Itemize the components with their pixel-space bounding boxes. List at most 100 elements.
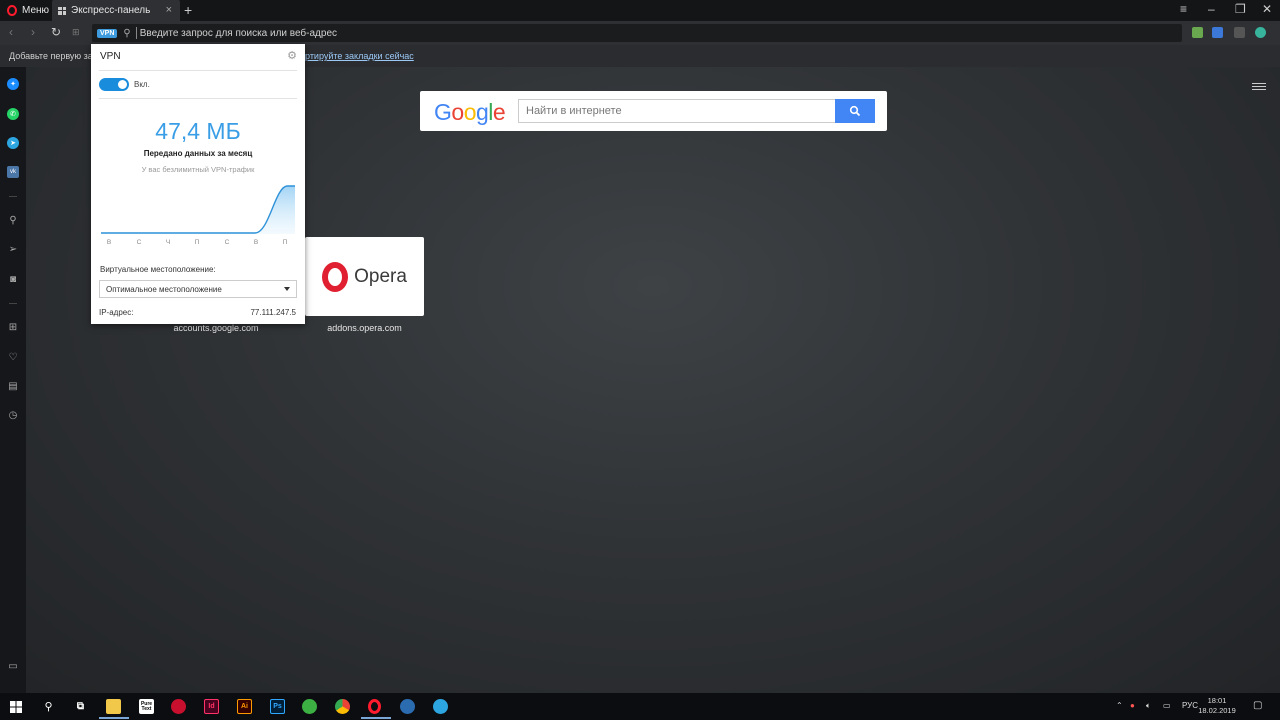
vpn-extension-icon[interactable] — [1255, 27, 1266, 38]
magnifier-icon — [849, 105, 861, 117]
address-toolbar: ‹ › ↻ ⊞ VPN ⚲ Введите запрос для поиска … — [0, 21, 1280, 45]
location-value: Оптимальное местоположение — [106, 284, 222, 294]
windows-start-icon[interactable] — [10, 701, 22, 713]
puretext-icon[interactable]: Pure Text — [139, 699, 154, 714]
telegram-icon[interactable] — [433, 699, 448, 714]
speed-dial-grid-icon[interactable]: ⊞ — [7, 321, 19, 333]
tile-label-google-accounts[interactable]: accounts.google.com — [156, 323, 276, 333]
tab-menu-icon[interactable]: ≡ — [1180, 2, 1187, 16]
indesign-icon[interactable]: Id — [204, 699, 219, 714]
photoshop-icon[interactable]: Ps — [270, 699, 285, 714]
snapshot-camera-icon[interactable]: ◙ — [7, 273, 19, 285]
bookmarks-heart-icon[interactable]: ♡ — [7, 351, 19, 363]
chart-day-label: В — [106, 239, 112, 246]
opera-menu-button[interactable]: Меню — [0, 0, 50, 21]
tab-title: Экспресс-панель — [71, 5, 151, 16]
data-used-caption: Передано данных за месяц — [143, 149, 253, 158]
google-search-input[interactable]: Найти в интернете — [518, 99, 836, 123]
google-logo: Google — [434, 99, 506, 125]
traffic-chart — [101, 185, 295, 234]
tile-logo-text: Opera — [354, 265, 407, 287]
vpn-toggle[interactable] — [99, 78, 129, 91]
clock[interactable]: 18:01 18.02.2019 — [1198, 696, 1236, 716]
speed-dial-icon — [58, 6, 66, 15]
opera-icon[interactable] — [368, 699, 381, 714]
tray-app-icon[interactable]: ● — [1130, 701, 1135, 710]
translate-extension-icon[interactable] — [1212, 27, 1223, 38]
illustrator-icon[interactable]: Ai — [237, 699, 252, 714]
download-extension-icon[interactable] — [1192, 27, 1203, 38]
google-search-button[interactable] — [835, 99, 875, 123]
ip-address-label: IP-адрес: — [99, 308, 134, 317]
volume-icon[interactable]: 🔈︎ — [1146, 701, 1151, 711]
chart-day-label: П — [194, 239, 200, 246]
personal-news-icon[interactable]: ▤ — [7, 380, 19, 392]
divider — [99, 70, 297, 71]
toggle-knob — [118, 80, 127, 89]
traffic-area — [101, 186, 295, 234]
address-placeholder: Введите запрос для поиска или веб-адрес — [139, 27, 338, 39]
tile-label-opera[interactable]: addons.opera.com — [305, 323, 424, 333]
active-app-indicator — [361, 717, 391, 719]
extension-icon[interactable] — [1234, 27, 1245, 38]
chart-day-label: В — [253, 239, 259, 246]
chevron-down-icon — [284, 287, 290, 291]
restore-button[interactable]: ❐ — [1235, 2, 1246, 16]
notifications-icon[interactable]: ▢ — [1253, 700, 1262, 711]
location-select[interactable]: Оптимальное местоположение — [99, 280, 297, 298]
chart-day-label: С — [224, 239, 230, 246]
gear-icon[interactable]: ⚙ — [287, 49, 297, 62]
forward-button[interactable]: › — [31, 25, 35, 39]
vpn-popup-title: VPN — [100, 51, 121, 62]
address-field[interactable]: VPN ⚲ Введите запрос для поиска или веб-… — [92, 24, 1182, 42]
speed-dial-home-button[interactable]: ⊞ — [72, 27, 80, 38]
opera-logo-icon — [322, 261, 349, 292]
whatsapp-icon[interactable]: ✆ — [7, 108, 19, 120]
easy-setup-icon[interactable] — [1252, 81, 1266, 93]
menu-label: Меню — [22, 5, 50, 16]
task-view-icon[interactable]: ⧉ — [73, 699, 88, 714]
search-icon: ⚲ — [123, 27, 131, 39]
vpn-badge[interactable]: VPN — [97, 28, 118, 38]
active-app-indicator — [99, 717, 129, 719]
language-indicator[interactable]: РУС — [1182, 701, 1198, 710]
google-search-box: Google Найти в интернете — [420, 91, 887, 131]
new-tab-button[interactable]: + — [184, 2, 192, 18]
sidebar-divider — [9, 196, 17, 197]
reload-button[interactable]: ↻ — [51, 25, 61, 39]
minimize-button[interactable]: – — [1208, 2, 1215, 16]
sidebar: ✦ ✆ ➤ vk ⚲ ➢ ◙ ⊞ ♡ ▤ ◷ ▭ — [0, 67, 26, 693]
file-explorer-icon[interactable] — [106, 699, 121, 714]
tab-speed-dial[interactable]: Экспресс-панель × — [52, 0, 180, 21]
windows-taskbar: ⚲ ⧉ Pure Text Id Ai Ps ⌃ ● 🔈︎ ▭ РУС 18:0… — [0, 693, 1280, 720]
chart-day-label: С — [136, 239, 142, 246]
sidebar-toggle-icon[interactable]: ▭ — [7, 660, 19, 672]
speed-dial-tile-opera[interactable]: Opera — [305, 237, 424, 316]
messenger-icon[interactable]: ✦ — [7, 78, 19, 90]
taskbar-search-icon[interactable]: ⚲ — [41, 699, 56, 714]
history-clock-icon[interactable]: ◷ — [7, 409, 19, 421]
chrome-icon[interactable] — [335, 699, 350, 714]
vpn-toggle-label: Вкл. — [134, 80, 150, 89]
vk-icon[interactable]: vk — [7, 166, 19, 178]
app-icon[interactable] — [302, 699, 317, 714]
vpn-popup: VPN ⚙ Вкл. 47,4 МБ Передано данных за ме… — [91, 44, 305, 324]
telegram-icon[interactable]: ➤ — [7, 137, 19, 149]
unlimited-traffic-note: У вас безлимитный VPN-трафик — [141, 165, 255, 174]
search-tabs-icon[interactable]: ⚲ — [7, 214, 19, 226]
clock-time: 18:01 — [1207, 696, 1227, 705]
tab-close-icon[interactable]: × — [166, 4, 172, 16]
app-icon[interactable] — [171, 699, 186, 714]
flow-send-icon[interactable]: ➢ — [7, 243, 19, 255]
title-bar: Меню Экспресс-панель × + ≡ – ❐ ✕ — [0, 0, 1280, 21]
clock-date: 18.02.2019 — [1198, 706, 1236, 715]
location-label: Виртуальное местоположение: — [100, 265, 216, 274]
bookmarks-hint: Добавьте первую закл — [9, 51, 103, 61]
close-window-button[interactable]: ✕ — [1262, 2, 1272, 16]
caret-divider — [135, 27, 137, 39]
network-icon[interactable]: ▭ — [1163, 701, 1171, 710]
import-bookmarks-link[interactable]: ортируйте закладки сейчас — [300, 51, 414, 61]
back-button[interactable]: ‹ — [9, 25, 13, 39]
tray-expand-icon[interactable]: ⌃ — [1116, 701, 1123, 710]
app-icon[interactable] — [400, 699, 415, 714]
